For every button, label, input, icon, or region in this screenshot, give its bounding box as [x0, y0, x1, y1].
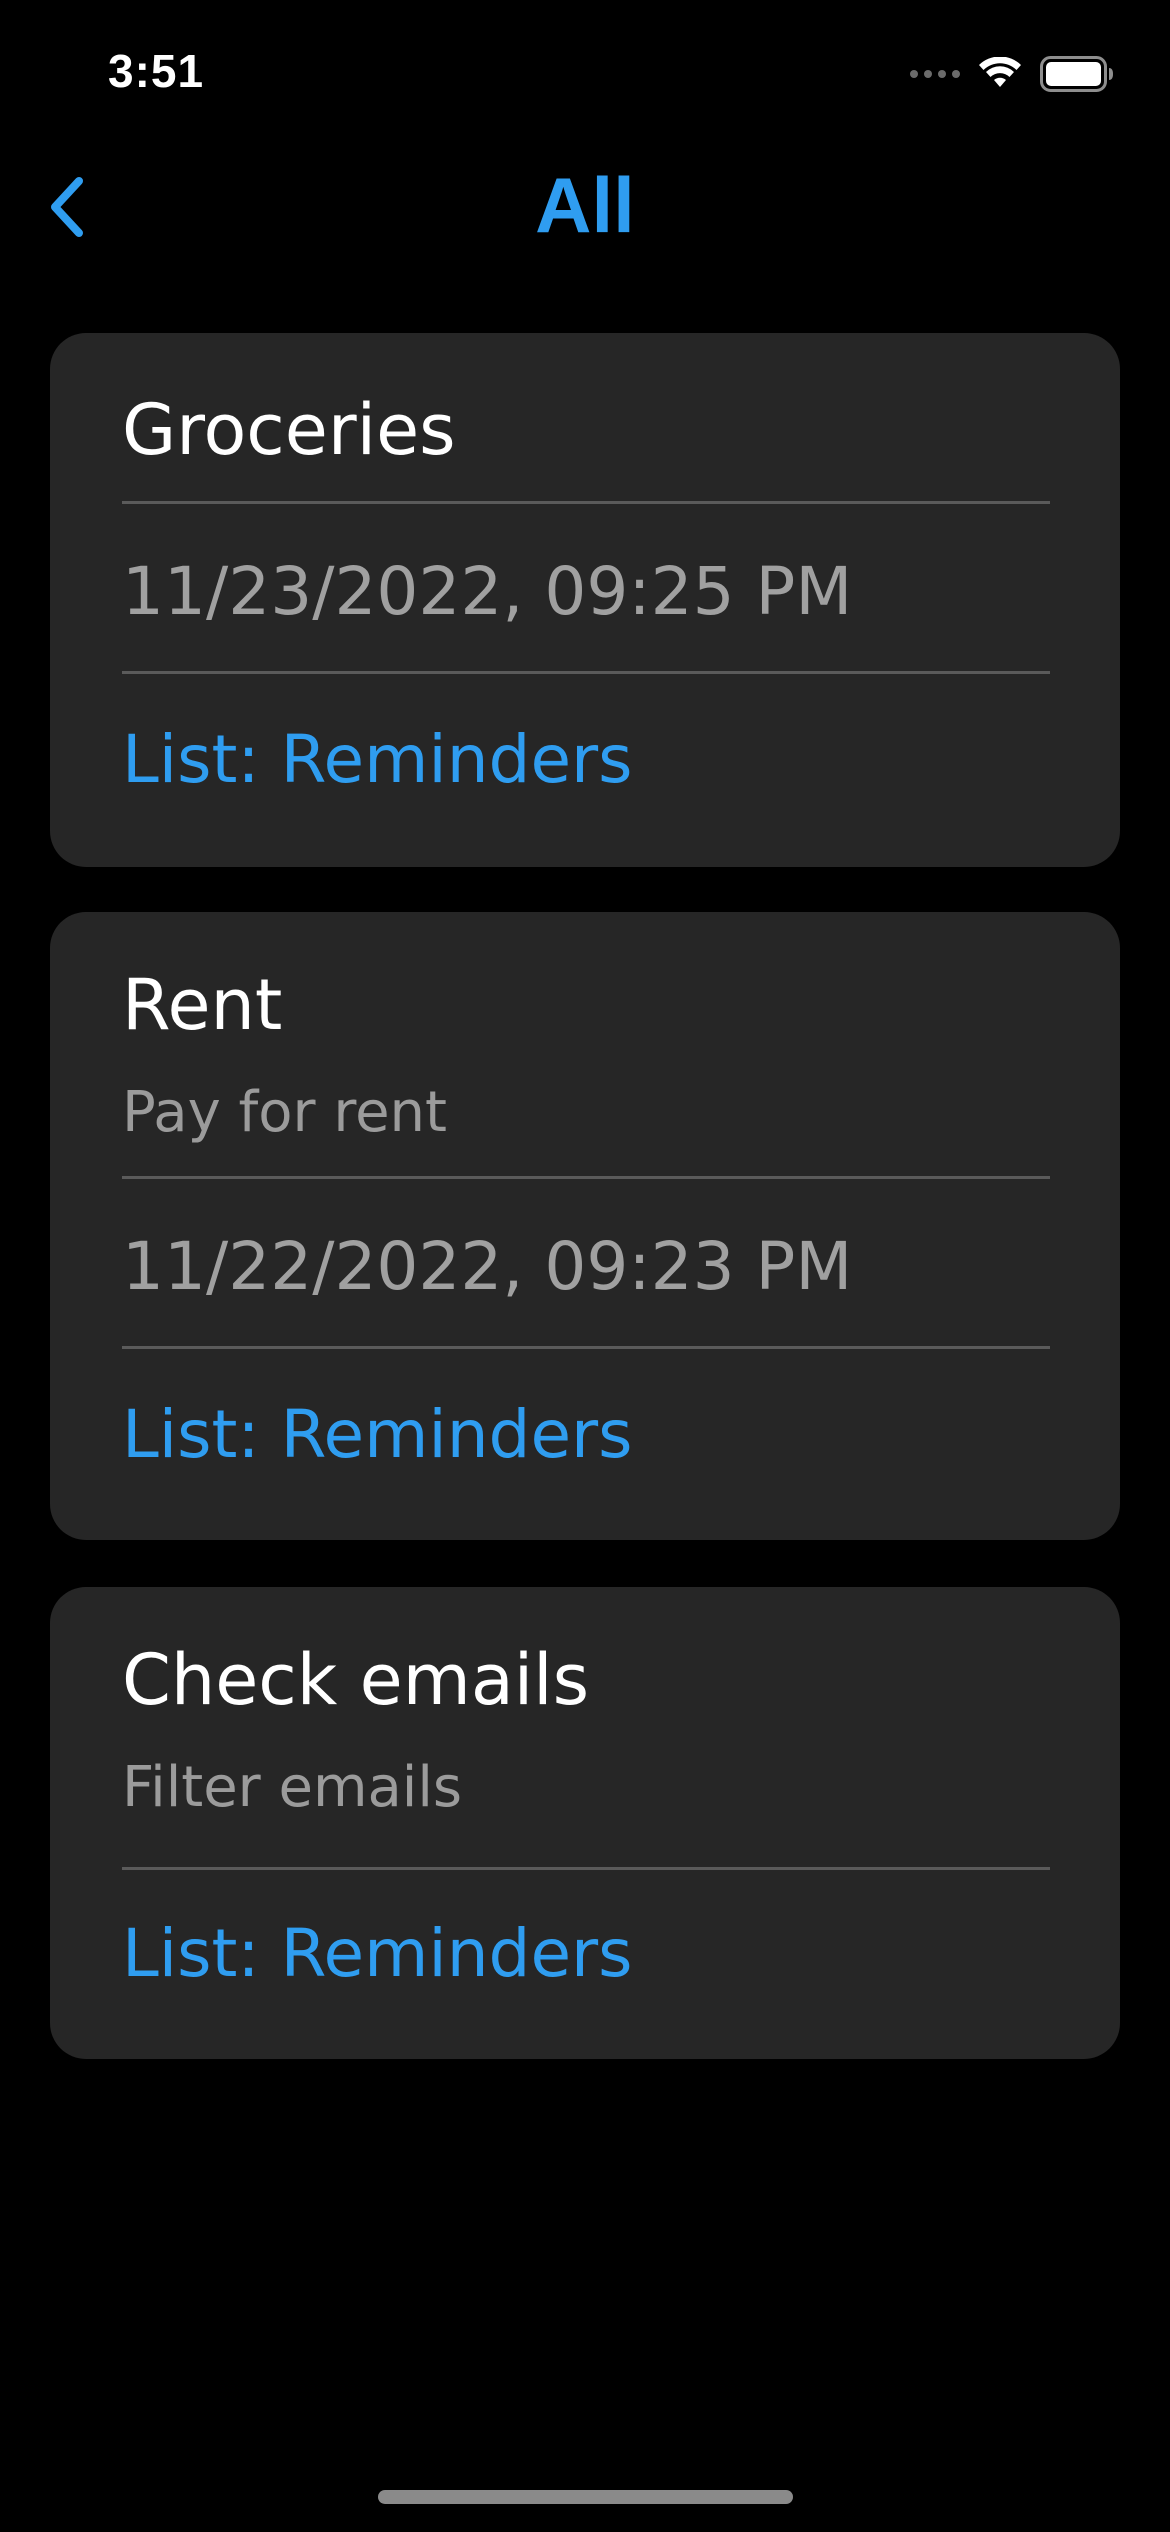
reminder-card-rent[interactable]: Rent Pay for rent 11/22/2022, 09:23 PM L…	[50, 912, 1120, 1540]
reminder-list-link[interactable]: List: Reminders	[122, 1915, 633, 1992]
status-icons	[910, 56, 1114, 92]
reminder-title: Groceries	[122, 389, 456, 471]
reminder-title: Check emails	[122, 1639, 590, 1721]
reminder-notes: Pay for rent	[122, 1080, 448, 1145]
battery-icon	[1040, 56, 1113, 92]
divider	[122, 671, 1050, 674]
divider	[122, 1176, 1050, 1179]
navigation-bar: All	[0, 150, 1170, 270]
reminder-date: 11/22/2022, 09:23 PM	[122, 1228, 853, 1305]
reminder-list-link[interactable]: List: Reminders	[122, 721, 633, 798]
page-title: All	[535, 161, 635, 249]
divider	[122, 1346, 1050, 1349]
reminder-title: Rent	[122, 964, 283, 1046]
divider	[122, 501, 1050, 504]
reminder-notes: Filter emails	[122, 1755, 463, 1820]
wifi-icon	[979, 57, 1021, 87]
status-time: 3:51	[108, 45, 205, 97]
reminder-card-groceries[interactable]: Groceries 11/23/2022, 09:25 PM List: Rem…	[50, 333, 1120, 867]
reminder-card-check-emails[interactable]: Check emails Filter emails List: Reminde…	[50, 1587, 1120, 2059]
status-bar: 3:51	[0, 0, 1170, 140]
cellular-signal-icon	[910, 70, 960, 78]
reminder-date: 11/23/2022, 09:25 PM	[122, 553, 853, 630]
reminder-list-link[interactable]: List: Reminders	[122, 1396, 633, 1473]
home-indicator[interactable]	[378, 2490, 793, 2504]
divider	[122, 1867, 1050, 1870]
